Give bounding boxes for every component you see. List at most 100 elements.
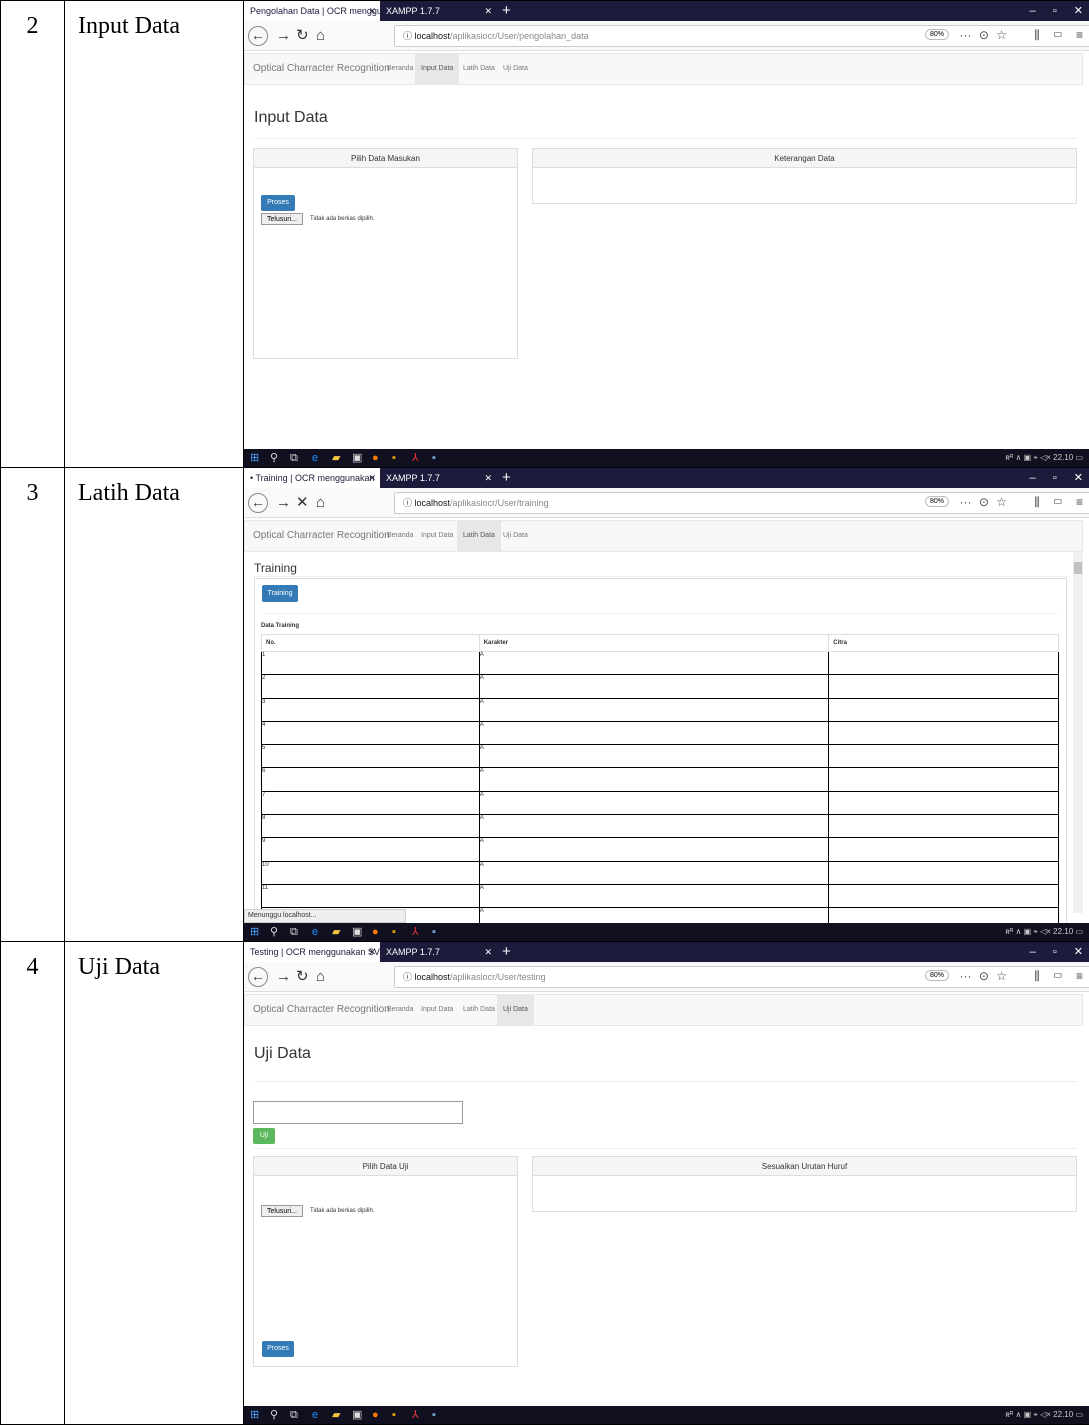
back-icon[interactable]: ← [248,967,268,987]
taskview-icon[interactable]: ⧉ [290,923,298,941]
folder-icon[interactable]: ▰ [332,1406,340,1424]
firefox-icon[interactable]: ● [372,449,379,467]
nav-input-data[interactable]: Input Data [415,54,459,84]
nav-beranda[interactable]: Beranda [381,54,419,84]
page-actions[interactable]: ··· ⊙ ☆ [960,969,1007,983]
nav-latih-data[interactable]: Latih Data [457,995,501,1025]
windows-icon[interactable]: ⊞ [250,923,259,941]
browser-tab-active[interactable]: Testing | OCR menggunakan SVM✕ [244,942,380,962]
nav-uji-data[interactable]: Uji Data [497,521,534,551]
page-actions[interactable]: ··· ⊙ ☆ [960,28,1007,42]
nav-uji-data[interactable]: Uji Data [497,995,534,1025]
taskbar: ⊞ ⚲ ⧉ e ▰ ▣ ● ▪ ⅄ ▪ ʀᴿ ∧ ▣ ⌖ ◁× 22.10 ▭ [244,1406,1089,1424]
search-icon[interactable]: ⚲ [270,923,278,941]
forward-icon[interactable]: → [276,968,291,986]
window-controls[interactable]: – ▫ ✕ [1030,942,1083,962]
nav-input-data[interactable]: Input Data [415,995,459,1025]
close-tab-icon[interactable]: ✕ [368,942,376,962]
close-tab-icon[interactable]: ✕ [368,1,376,21]
nav-beranda[interactable]: Beranda [381,521,419,551]
back-icon[interactable]: ← [248,26,268,46]
cell-citra [829,721,1059,744]
nav-latih-data[interactable]: Latih Data [457,521,501,551]
back-icon[interactable]: ← [248,493,268,513]
close-tab-icon[interactable]: ✕ [368,468,376,488]
zoom-level[interactable]: 80% [925,29,949,40]
nav-uji-data[interactable]: Uji Data [497,54,534,84]
table-row: 3A [262,698,1059,721]
system-tray[interactable]: ʀᴿ ∧ ▣ ⌖ ◁× 22.10 ▭ [1005,1406,1083,1424]
windows-icon[interactable]: ⊞ [250,1406,259,1424]
training-button[interactable]: Training [262,585,298,602]
forward-icon[interactable]: → [276,494,291,512]
acrobat-icon[interactable]: ⅄ [412,449,419,467]
browser-tab-active[interactable]: • Training | OCR menggunakan✕ [244,468,380,488]
nav-input-data[interactable]: Input Data [415,521,459,551]
nav-beranda[interactable]: Beranda [381,995,419,1025]
toolbar-icons[interactable]: ⫼ ▭ ≡ [1034,969,1083,984]
browser-tab-active[interactable]: Pengolahan Data | OCR menggun✕ [244,1,380,21]
reload-icon[interactable]: ↻ [296,27,309,45]
scrollbar[interactable] [1073,552,1083,913]
window-controls[interactable]: – ▫ ✕ [1030,468,1083,488]
nav-latih-data[interactable]: Latih Data [457,54,501,84]
firefox-icon[interactable]: ● [372,923,379,941]
toolbar-icons[interactable]: ⫼ ▭ ≡ [1034,28,1083,43]
uji-button[interactable]: Uji [253,1128,275,1144]
system-tray[interactable]: ʀᴿ ∧ ▣ ⌖ ◁× 22.10 ▭ [1005,923,1083,941]
taskview-icon[interactable]: ⧉ [290,449,298,467]
close-tab-icon[interactable]: ✕ [484,468,492,488]
page-actions[interactable]: ··· ⊙ ☆ [960,495,1007,509]
search-icon[interactable]: ⚲ [270,1406,278,1424]
windows-icon[interactable]: ⊞ [250,449,259,467]
forward-icon[interactable]: → [276,27,291,45]
edge-icon[interactable]: e [312,449,318,467]
scroll-thumb[interactable] [1074,562,1082,574]
app-icon[interactable]: ▪ [392,449,396,467]
app-icon[interactable]: ▪ [392,1406,396,1424]
row-label: Latih Data [65,468,244,942]
folder-icon[interactable]: ▰ [332,449,340,467]
browse-button[interactable]: Telusuri... [261,213,303,225]
browse-button[interactable]: Telusuri... [261,1205,303,1217]
browser-tab[interactable]: XAMPP 1.7.7✕ [380,468,496,488]
word-icon[interactable]: ▪ [432,449,436,467]
system-tray[interactable]: ʀᴿ ∧ ▣ ⌖ ◁× 22.10 ▭ [1005,449,1083,467]
home-icon[interactable]: ⌂ [316,968,325,986]
uji-textarea[interactable] [253,1101,463,1124]
acrobat-icon[interactable]: ⅄ [412,923,419,941]
new-tab-icon[interactable]: + [502,942,511,961]
proses-button[interactable]: Proses [261,195,295,211]
acrobat-icon[interactable]: ⅄ [412,1406,419,1424]
store-icon[interactable]: ▣ [352,923,362,941]
browser-tab[interactable]: XAMPP 1.7.7✕ [380,1,496,21]
firefox-icon[interactable]: ● [372,1406,379,1424]
reload-icon[interactable]: ↻ [296,968,309,986]
browser-tab[interactable]: XAMPP 1.7.7✕ [380,942,496,962]
new-tab-icon[interactable]: + [502,468,511,487]
taskview-icon[interactable]: ⧉ [290,1406,298,1424]
word-icon[interactable]: ▪ [432,923,436,941]
word-icon[interactable]: ▪ [432,1406,436,1424]
edge-icon[interactable]: e [312,1406,318,1424]
window-controls[interactable]: – ▫ ✕ [1030,1,1083,21]
navbar-brand[interactable]: Optical Charracter Recognition [253,63,390,74]
folder-icon[interactable]: ▰ [332,923,340,941]
stop-icon[interactable]: ✕ [296,494,309,512]
home-icon[interactable]: ⌂ [316,494,325,512]
edge-icon[interactable]: e [312,923,318,941]
toolbar-icons[interactable]: ⫼ ▭ ≡ [1034,495,1083,510]
navbar-brand[interactable]: Optical Charracter Recognition [253,530,390,541]
store-icon[interactable]: ▣ [352,1406,362,1424]
zoom-level[interactable]: 80% [925,496,949,507]
navbar-brand[interactable]: Optical Charracter Recognition [253,1004,390,1015]
zoom-level[interactable]: 80% [925,970,949,981]
close-tab-icon[interactable]: ✕ [484,1,492,21]
home-icon[interactable]: ⌂ [316,27,325,45]
new-tab-icon[interactable]: + [502,1,511,20]
proses-button[interactable]: Proses [262,1341,294,1357]
search-icon[interactable]: ⚲ [270,449,278,467]
store-icon[interactable]: ▣ [352,449,362,467]
app-icon[interactable]: ▪ [392,923,396,941]
close-tab-icon[interactable]: ✕ [484,942,492,962]
